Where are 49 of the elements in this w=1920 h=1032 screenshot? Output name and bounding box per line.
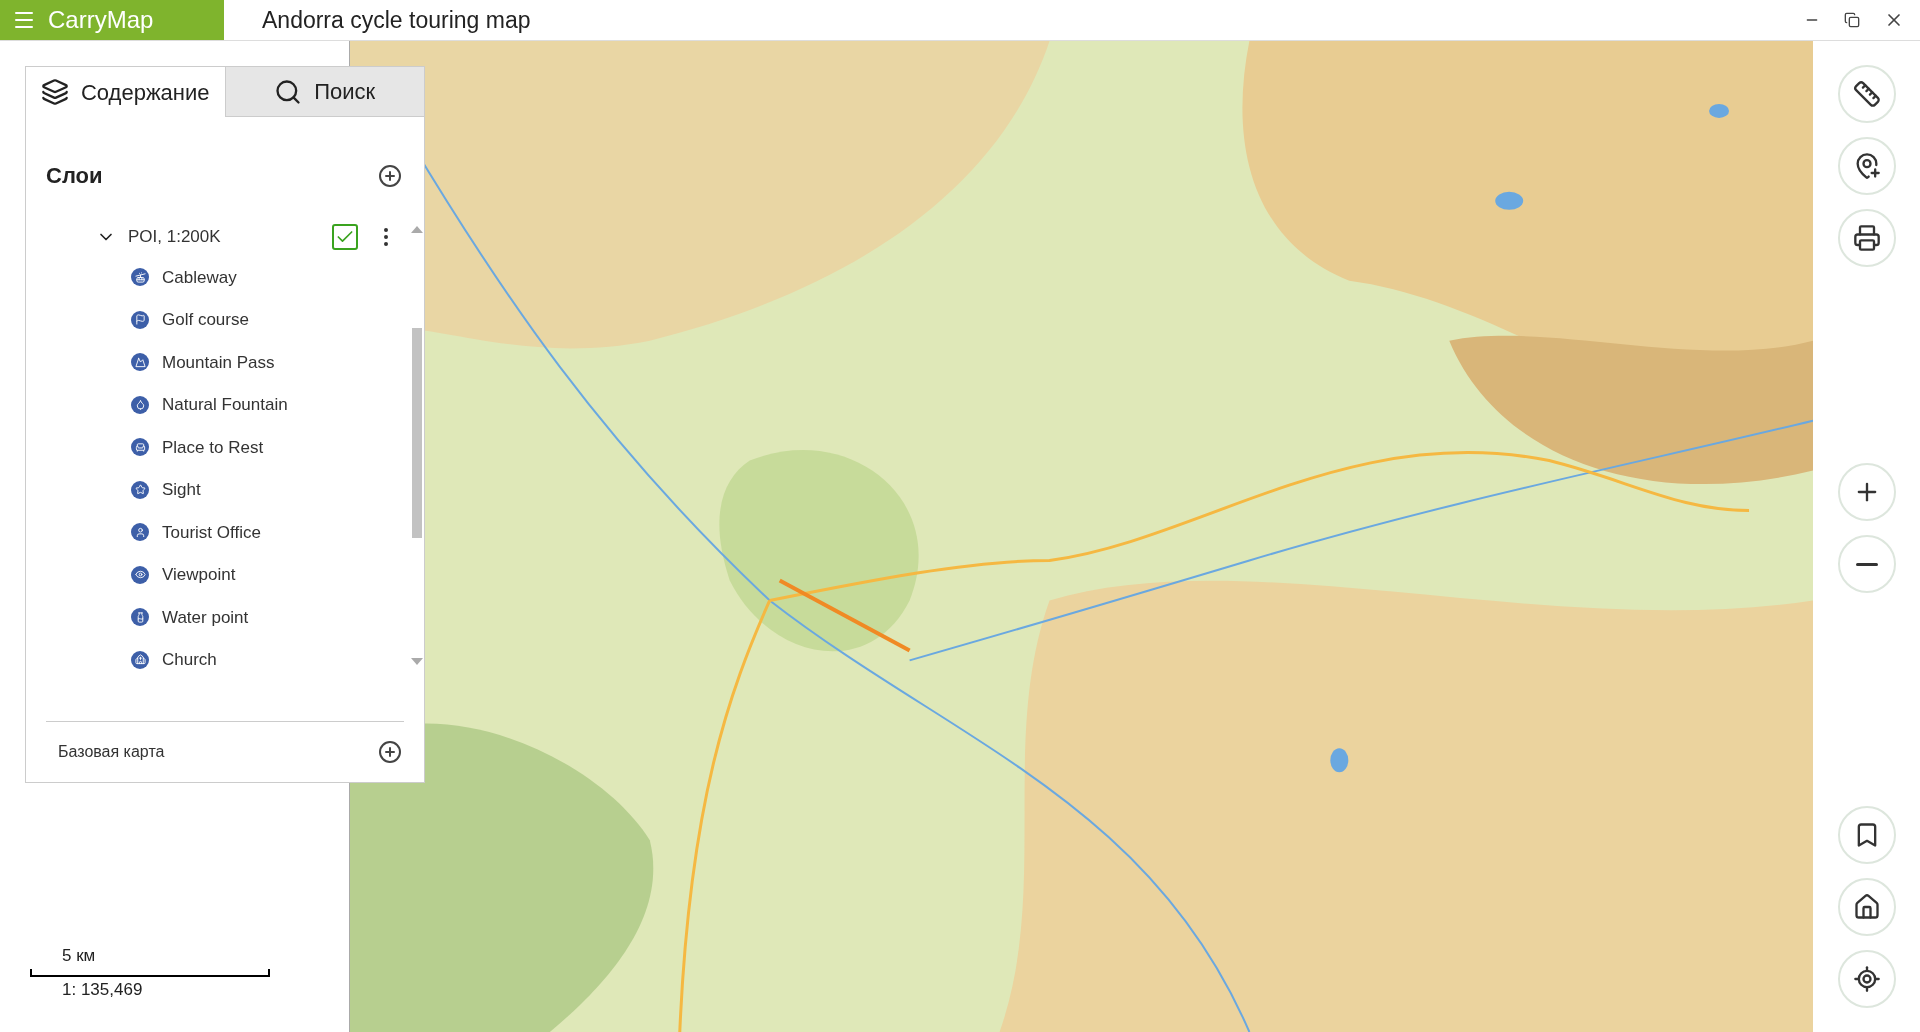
mountain-icon (134, 356, 146, 368)
star-icon (134, 484, 146, 496)
layer-item[interactable]: Water point (26, 596, 410, 639)
layer-item[interactable]: Church (26, 638, 410, 681)
layer-item[interactable]: Mountain Pass (26, 341, 410, 384)
layer-item[interactable]: Cableway (26, 256, 410, 299)
basemap-label: Базовая карта (58, 742, 165, 762)
add-basemap-icon[interactable] (378, 740, 402, 764)
layer-group-name: POI, 1:200K (128, 226, 221, 249)
panel-tab[interactable]: Поиск (224, 67, 424, 117)
layer-item[interactable]: Viewpoint (26, 553, 410, 596)
add-layer-icon[interactable] (378, 163, 402, 188)
layers-icon (40, 78, 69, 106)
chair-icon (134, 441, 146, 453)
layer-item-label: Place to Rest (162, 436, 264, 459)
window-title: Andorra cycle touring map (262, 5, 531, 35)
layer-item-label: Cableway (162, 266, 237, 289)
layer-item[interactable]: Place to Rest (26, 426, 410, 469)
layer-item-label: Viewpoint (162, 564, 236, 586)
app-name: CarryMap (48, 5, 154, 35)
search-icon (274, 77, 303, 106)
layer-item-label: Water point (162, 606, 249, 629)
layer-item-label: Mountain Pass (162, 351, 275, 374)
layers-heading: Слои (46, 162, 103, 190)
zoom-out-icon (1855, 562, 1878, 566)
scale-distance: 5 км (62, 945, 97, 967)
restore-icon[interactable] (1844, 12, 1860, 28)
layer-item-label: Tourist Office (162, 521, 261, 544)
droplet-icon (134, 399, 146, 411)
layer-item[interactable]: Sight (26, 468, 410, 511)
person-icon (134, 526, 146, 538)
print-icon (1852, 224, 1881, 252)
flag-icon (134, 314, 146, 326)
home-icon (1852, 893, 1881, 921)
layer-item[interactable]: Golf course (26, 298, 410, 341)
layer-item[interactable]: Natural Fountain (26, 383, 410, 426)
layer-checkbox[interactable] (332, 224, 358, 250)
ruler-icon (1852, 80, 1881, 108)
layer-item-label: Church (162, 649, 217, 671)
eye-icon (134, 569, 146, 581)
scale-ratio: 1: 135,469 (62, 978, 144, 1001)
scrollbar-thumb[interactable] (412, 328, 422, 538)
layer-item-label: Sight (162, 479, 201, 501)
layer-item-label: Golf course (162, 309, 249, 331)
layer-item[interactable]: Tourist Office (26, 511, 410, 554)
locate-icon (1852, 965, 1881, 993)
layer-item-label: Natural Fountain (162, 394, 288, 416)
cable-car-icon (134, 271, 146, 283)
church-icon (134, 654, 146, 666)
